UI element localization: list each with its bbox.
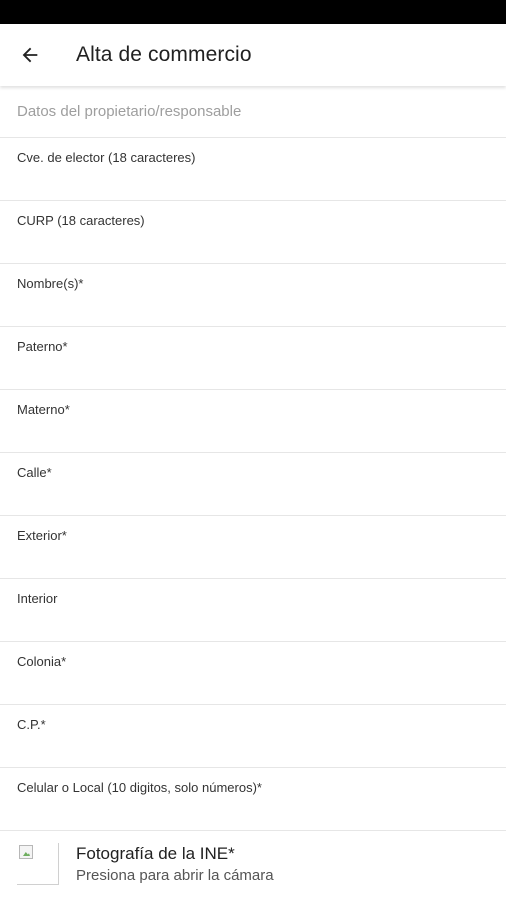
section-header: Datos del propietario/responsable (0, 86, 506, 138)
paterno-input[interactable] (17, 359, 489, 383)
cp-input[interactable] (17, 737, 489, 761)
back-button[interactable] (0, 24, 60, 86)
page-title: Alta de commercio (76, 43, 252, 66)
field-label: Colonia* (17, 654, 67, 669)
exterior-input[interactable] (17, 548, 489, 572)
ine-photo-button[interactable]: Fotografía de la INE* Presiona para abri… (0, 831, 506, 897)
curp-input[interactable] (17, 233, 489, 257)
app-bar: Alta de commercio (0, 24, 506, 86)
field-label: Nombre(s)* (17, 276, 84, 291)
photo-title: Fotografía de la INE* (76, 844, 235, 863)
field-label: Exterior* (17, 528, 67, 543)
cve-elector-input[interactable] (17, 170, 489, 194)
field-interior[interactable]: Interior (0, 579, 506, 642)
field-label: Paterno* (17, 339, 68, 354)
field-curp[interactable]: CURP (18 caracteres) (0, 201, 506, 264)
field-label: Calle* (17, 465, 52, 480)
celular-input[interactable] (17, 800, 489, 824)
field-calle[interactable]: Calle* (0, 453, 506, 516)
field-exterior[interactable]: Exterior* (0, 516, 506, 579)
field-colonia[interactable]: Colonia* (0, 642, 506, 705)
calle-input[interactable] (17, 485, 489, 509)
nombre-input[interactable] (17, 296, 489, 320)
photo-subtitle: Presiona para abrir la cámara (76, 867, 274, 884)
field-label: Materno* (17, 402, 70, 417)
materno-input[interactable] (17, 422, 489, 446)
field-nombre[interactable]: Nombre(s)* (0, 264, 506, 327)
photo-text: Fotografía de la INE* Presiona para abri… (76, 844, 274, 884)
field-label: CURP (18 caracteres) (17, 213, 145, 228)
colonia-input[interactable] (17, 674, 489, 698)
field-paterno[interactable]: Paterno* (0, 327, 506, 390)
status-bar (0, 0, 506, 24)
field-label: C.P.* (17, 717, 46, 732)
photo-thumbnail[interactable] (17, 843, 59, 885)
field-label: Cve. de elector (18 caracteres) (17, 150, 196, 165)
field-celular[interactable]: Celular o Local (10 digitos, solo número… (0, 768, 506, 831)
form-container: Datos del propietario/responsable Cve. d… (0, 86, 506, 897)
interior-input[interactable] (17, 611, 489, 635)
field-materno[interactable]: Materno* (0, 390, 506, 453)
field-cp[interactable]: C.P.* (0, 705, 506, 768)
field-label: Celular o Local (10 digitos, solo número… (17, 780, 262, 795)
field-cve-elector[interactable]: Cve. de elector (18 caracteres) (0, 138, 506, 201)
field-label: Interior (17, 591, 58, 606)
broken-image-icon (19, 845, 33, 859)
arrow-back-icon (22, 47, 38, 63)
